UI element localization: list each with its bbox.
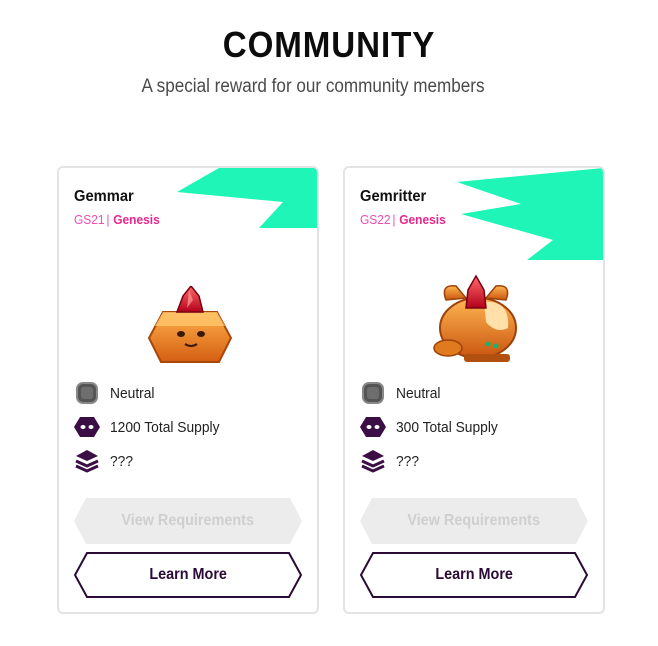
card-separator: | xyxy=(106,212,110,227)
attribute-label: ??? xyxy=(110,452,134,470)
supply-icon xyxy=(74,414,100,440)
card-code: GS21 xyxy=(74,212,105,227)
view-requirements-label: View Requirements xyxy=(121,512,255,529)
reward-card-gemmar: Gemmar GS21 | Genesis Neutral 1200 Total… xyxy=(57,166,319,614)
layers-icon xyxy=(74,448,100,474)
layers-icon xyxy=(360,448,386,474)
attribute-label: Neutral xyxy=(110,384,155,402)
card-name: Gemritter xyxy=(360,188,427,205)
attribute-supply: 1200 Total Supply xyxy=(74,414,229,440)
learn-more-label: Learn More xyxy=(435,566,513,583)
card-series: Genesis xyxy=(113,212,160,227)
card-ribbon-decoration xyxy=(457,168,603,260)
section-subtitle: A special reward for our community membe… xyxy=(141,76,485,97)
card-series: Genesis xyxy=(399,212,446,227)
attribute-element: Neutral xyxy=(360,380,444,406)
learn-more-label: Learn More xyxy=(149,566,227,583)
card-code: GS22 xyxy=(360,212,391,227)
reward-card-gemritter: Gemritter GS22 | Genesis Neutral 300 Tot… xyxy=(343,166,605,614)
attribute-layers: ??? xyxy=(360,448,421,474)
gemritter-creature-image xyxy=(345,270,603,370)
card-separator: | xyxy=(392,212,396,227)
learn-more-button[interactable]: Learn More xyxy=(74,552,302,598)
attribute-supply: 300 Total Supply xyxy=(360,414,507,440)
attribute-label: 300 Total Supply xyxy=(396,418,498,436)
neutral-gem-icon xyxy=(74,380,100,406)
attribute-label: Neutral xyxy=(396,384,441,402)
attribute-layers: ??? xyxy=(74,448,135,474)
neutral-gem-icon xyxy=(360,380,386,406)
section-title: COMMUNITY xyxy=(222,24,436,65)
card-code-line: GS21 | Genesis xyxy=(74,212,160,227)
attribute-element: Neutral xyxy=(74,380,158,406)
view-requirements-label: View Requirements xyxy=(407,512,541,529)
learn-more-button[interactable]: Learn More xyxy=(360,552,588,598)
attribute-label: ??? xyxy=(396,452,420,470)
attribute-label: 1200 Total Supply xyxy=(110,418,220,436)
view-requirements-button[interactable]: View Requirements xyxy=(360,498,588,544)
supply-icon xyxy=(360,414,386,440)
card-ribbon-decoration xyxy=(177,168,317,228)
gemmar-creature-image xyxy=(59,286,317,366)
card-code-line: GS22 | Genesis xyxy=(360,212,446,227)
view-requirements-button[interactable]: View Requirements xyxy=(74,498,302,544)
card-name: Gemmar xyxy=(74,188,134,205)
